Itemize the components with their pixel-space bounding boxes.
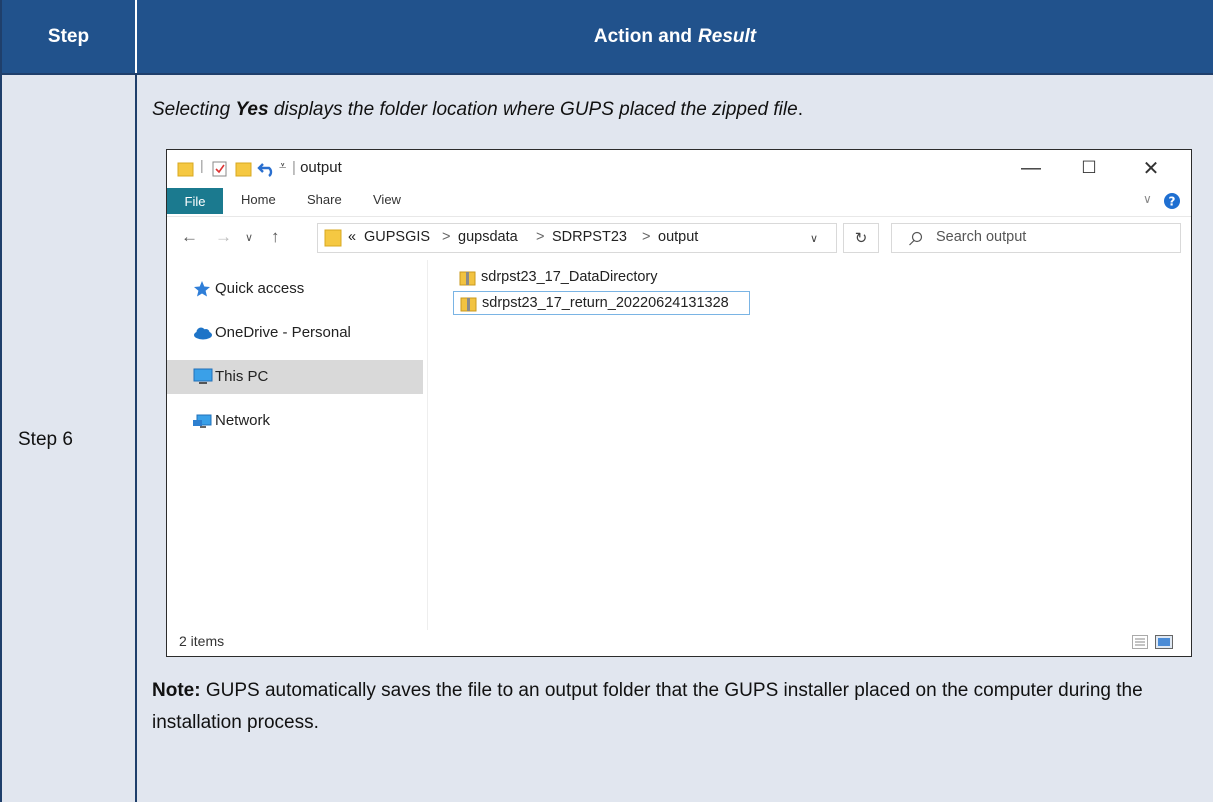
forward-arrow-icon[interactable]: →	[215, 227, 232, 247]
customize-quick-access-icon[interactable]: ⩡	[279, 158, 286, 176]
ribbon-expand-icon[interactable]: ∨	[1143, 192, 1152, 206]
tab-view[interactable]: View	[373, 192, 401, 207]
search-placeholder: Search output	[936, 229, 1027, 245]
note-text: Note: GUPS automatically saves the file …	[152, 675, 1202, 739]
header-result-label: Result	[698, 25, 757, 47]
new-folder-icon[interactable]	[235, 160, 253, 178]
note-label: Note:	[152, 680, 201, 701]
list-item[interactable]: sdrpst23_17_DataDirectory	[453, 266, 753, 290]
folder-icon	[324, 229, 342, 247]
address-bar[interactable]: « GUPSGIS > gupsdata > SDRPST23 > output…	[317, 223, 837, 253]
navigation-pane: Quick access OneDrive - Personal This PC…	[167, 260, 428, 630]
status-bar: 2 items	[167, 628, 1191, 656]
zip-folder-icon	[459, 271, 476, 286]
star-icon	[194, 281, 210, 297]
tab-share[interactable]: Share	[307, 192, 342, 207]
undo-icon[interactable]	[257, 160, 277, 178]
title-separator: |	[292, 159, 301, 176]
note-body: GUPS automatically saves the file to an …	[152, 680, 1143, 733]
cloud-icon	[194, 327, 212, 340]
up-arrow-icon[interactable]: ↑	[271, 227, 280, 247]
list-item[interactable]: sdrpst23_17_return_20220624131328	[453, 291, 750, 315]
title-bar: | ⩡ | output — ☐ ✕	[167, 150, 1191, 188]
nav-label: This PC	[215, 368, 269, 385]
breadcrumb-overflow[interactable]: «	[348, 229, 356, 245]
intro-end: .	[797, 99, 803, 120]
breadcrumb-gupsdata[interactable]: gupsdata	[458, 229, 518, 245]
file-name: sdrpst23_17_return_20220624131328	[482, 295, 729, 311]
breadcrumb-sep: >	[442, 229, 451, 245]
tab-file[interactable]: File	[167, 188, 223, 214]
nav-item-this-pc[interactable]: This PC	[167, 360, 423, 394]
nav-label: OneDrive - Personal	[215, 324, 351, 341]
minimize-button[interactable]: —	[1009, 154, 1053, 182]
table-header: Step Action and Result	[2, 0, 1213, 75]
header-action: Action and Result	[137, 0, 1213, 73]
properties-icon[interactable]	[211, 160, 229, 178]
svg-text:?: ?	[1169, 195, 1176, 209]
breadcrumb-sdrpst23[interactable]: SDRPST23	[552, 229, 627, 245]
nav-label: Network	[215, 412, 271, 429]
back-arrow-icon[interactable]: ←	[181, 227, 198, 247]
help-icon[interactable]: ?	[1163, 192, 1181, 210]
window-title: | output	[292, 159, 342, 176]
breadcrumb-sep: >	[536, 229, 545, 245]
recent-locations-icon[interactable]: ∨	[245, 231, 253, 244]
address-row: ← → ∨ ↑ « GUPSGIS > gupsdata > SDRPST23 …	[167, 216, 1191, 259]
file-name: sdrpst23_17_DataDirectory	[481, 269, 658, 285]
search-icon	[909, 231, 923, 246]
zip-folder-icon	[460, 297, 477, 312]
monitor-icon	[193, 368, 213, 384]
intro-post: displays the folder location where GUPS …	[268, 99, 798, 120]
maximize-button[interactable]: ☐	[1067, 154, 1111, 182]
nav-item-network[interactable]: Network	[167, 404, 423, 438]
search-input[interactable]: Search output	[891, 223, 1181, 253]
file-explorer-window: | ⩡ | output — ☐ ✕ File Home Share View …	[166, 149, 1192, 657]
refresh-button[interactable]: ↻	[843, 223, 879, 253]
file-list: sdrpst23_17_DataDirectory sdrpst23_17_re…	[429, 260, 1189, 630]
details-view-icon[interactable]	[1132, 635, 1148, 649]
step-cell: Step 6	[2, 75, 137, 802]
window-title-text: output	[300, 159, 342, 176]
action-cell: Selecting Yes displays the folder locati…	[137, 75, 1213, 802]
nav-item-onedrive[interactable]: OneDrive - Personal	[167, 316, 423, 350]
network-icon	[193, 414, 212, 428]
close-button[interactable]: ✕	[1129, 154, 1173, 182]
breadcrumb-sep: >	[642, 229, 651, 245]
intro-yes: Yes	[235, 99, 269, 120]
breadcrumb-gupsgis[interactable]: GUPSGIS	[364, 229, 430, 245]
address-dropdown-icon[interactable]: ∨	[810, 232, 818, 245]
large-icons-view-icon[interactable]	[1155, 635, 1173, 649]
intro-text: Selecting Yes displays the folder locati…	[152, 99, 803, 121]
header-action-label: Action and	[593, 25, 693, 47]
item-count: 2 items	[179, 633, 225, 649]
step-label: Step 6	[18, 429, 73, 450]
intro-pre: Selecting	[152, 99, 236, 120]
nav-label: Quick access	[215, 280, 305, 297]
refresh-icon: ↻	[854, 230, 868, 247]
folder-icon	[177, 162, 194, 177]
header-step: Step	[2, 0, 137, 73]
tab-home[interactable]: Home	[241, 192, 276, 207]
nav-item-quick-access[interactable]: Quick access	[167, 272, 423, 306]
breadcrumb-output[interactable]: output	[658, 229, 698, 245]
ribbon-tabs: File Home Share View ∨ ?	[167, 188, 1191, 214]
separator: |	[200, 157, 204, 173]
procedure-table: Step Action and Result Step 6 Selecting Y…	[0, 0, 1213, 802]
